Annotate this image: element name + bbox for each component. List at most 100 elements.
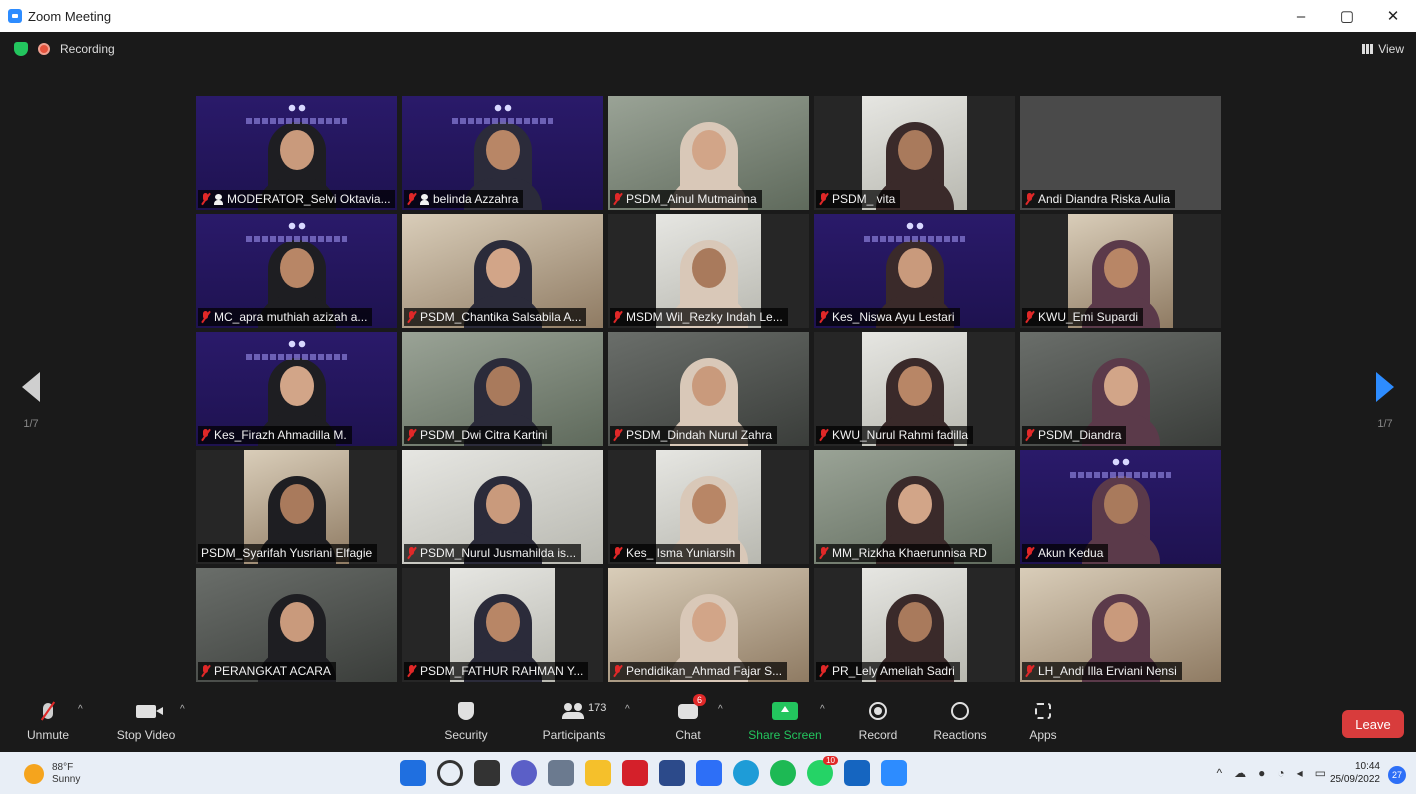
participant-name: PSDM_Ainul Mutmainna bbox=[626, 192, 757, 206]
weather-widget[interactable]: 88°F Sunny bbox=[24, 762, 80, 786]
participant-name-tag: PERANGKAT ACARA bbox=[198, 662, 336, 680]
arrow-left-icon[interactable] bbox=[22, 372, 40, 402]
share-screen-button[interactable]: Share Screen bbox=[743, 698, 827, 742]
participant-tile[interactable]: KWU_Nurul Rahmi fadilla bbox=[814, 332, 1015, 446]
zoom-taskbar-icon[interactable] bbox=[881, 760, 907, 786]
whatsapp-icon[interactable]: 10 bbox=[807, 756, 838, 786]
taskbar-apps: 10 bbox=[400, 756, 907, 786]
video-camera-icon bbox=[136, 704, 163, 718]
gallery-grid: MODERATOR_Selvi Oktavia... belinda Azzahr… bbox=[196, 96, 1222, 684]
muted-mic-icon bbox=[819, 193, 828, 205]
store-icon[interactable] bbox=[659, 760, 685, 786]
participants-options-caret-icon[interactable]: ^ bbox=[625, 704, 630, 715]
mcafee-icon[interactable] bbox=[622, 760, 648, 786]
search-icon[interactable] bbox=[437, 760, 463, 786]
participant-tile[interactable]: Andi Diandra Riska Aulia bbox=[1020, 96, 1221, 210]
record-button[interactable]: Record bbox=[836, 698, 920, 742]
file-explorer-icon[interactable] bbox=[585, 760, 611, 786]
microphone-icon[interactable]: ● bbox=[1258, 766, 1265, 780]
participant-tile[interactable]: MSDM Wil_Rezky Indah Le... bbox=[608, 214, 809, 328]
close-button[interactable]: ✕ bbox=[1370, 0, 1416, 32]
tray-overflow-chevron-icon[interactable]: ^ bbox=[1216, 766, 1222, 780]
apps-button[interactable]: Apps bbox=[1001, 698, 1085, 742]
participant-tile[interactable]: Pendidikan_Ahmad Fajar S... bbox=[608, 568, 809, 682]
participant-tile[interactable]: PSDM_ vita bbox=[814, 96, 1015, 210]
participant-tile[interactable]: PERANGKAT ACARA bbox=[196, 568, 397, 682]
participant-name-tag: KWU_Emi Supardi bbox=[1022, 308, 1144, 326]
participant-tile[interactable]: KWU_Emi Supardi bbox=[1020, 214, 1221, 328]
participant-name: MC_apra muthiah azizah a... bbox=[214, 310, 368, 324]
chat-options-caret-icon[interactable]: ^ bbox=[718, 704, 723, 715]
onedrive-cloud-icon[interactable]: ☁ bbox=[1234, 766, 1246, 780]
muted-mic-icon bbox=[613, 547, 622, 559]
participant-tile[interactable]: PSDM_Chantika Salsabila A... bbox=[402, 214, 603, 328]
participant-name: PSDM_Nurul Jusmahilda is... bbox=[420, 546, 577, 560]
participant-tile[interactable]: MC_apra muthiah azizah a... bbox=[196, 214, 397, 328]
participant-name-tag: PR_Lely Ameliah Sadri bbox=[816, 662, 960, 680]
leave-button[interactable]: Leave bbox=[1342, 710, 1404, 738]
page-indicator-left: 1/7 bbox=[23, 418, 39, 430]
taskbar-clock[interactable]: 10:44 25/09/2022 bbox=[1330, 760, 1380, 786]
participant-name: KWU_Nurul Rahmi fadilla bbox=[832, 428, 969, 442]
muted-mic-icon bbox=[1025, 429, 1034, 441]
maximize-button[interactable]: ▢ bbox=[1324, 0, 1370, 32]
prev-page-nav[interactable]: 1/7 bbox=[22, 372, 40, 430]
participant-tile[interactable]: MM_Rizkha Khaerunnisa RD bbox=[814, 450, 1015, 564]
edge-browser-icon[interactable] bbox=[733, 760, 759, 786]
notification-badge[interactable]: 27 bbox=[1388, 766, 1406, 784]
reactions-button[interactable]: Reactions bbox=[918, 698, 1002, 742]
participant-tile[interactable]: belinda Azzahra bbox=[402, 96, 603, 210]
camera-app-icon[interactable] bbox=[548, 760, 574, 786]
participant-name: PSDM_Chantika Salsabila A... bbox=[420, 310, 582, 324]
volume-icon[interactable]: ◂ bbox=[1297, 766, 1303, 780]
participant-name: Kes_Niswa Ayu Lestari bbox=[832, 310, 955, 324]
participant-tile[interactable]: PSDM_Nurul Jusmahilda is... bbox=[402, 450, 603, 564]
participant-name-tag: MODERATOR_Selvi Oktavia... bbox=[198, 190, 395, 208]
task-view-icon[interactable] bbox=[474, 760, 500, 786]
participant-name-tag: Kes_Firazh Ahmadilla M. bbox=[198, 426, 352, 444]
spotify-icon[interactable] bbox=[770, 760, 796, 786]
share-options-caret-icon[interactable]: ^ bbox=[820, 704, 825, 715]
window-controls: – ▢ ✕ bbox=[1278, 0, 1416, 32]
participant-tile[interactable]: Akun Kedua bbox=[1020, 450, 1221, 564]
chat-bubble-icon bbox=[678, 703, 698, 719]
participant-tile[interactable]: PSDM_Syarifah Yusriani Elfagie bbox=[196, 450, 397, 564]
arrow-right-icon[interactable] bbox=[1376, 372, 1394, 402]
chat-teams-icon[interactable] bbox=[511, 760, 537, 786]
participant-name-tag: PSDM_ vita bbox=[816, 190, 901, 208]
l-app-icon[interactable] bbox=[696, 760, 722, 786]
start-menu-icon[interactable] bbox=[400, 760, 426, 786]
clock-date: 25/09/2022 bbox=[1329, 774, 1380, 785]
record-icon bbox=[869, 702, 887, 720]
media-player-icon[interactable] bbox=[844, 760, 870, 786]
participant-name-tag: Andi Diandra Riska Aulia bbox=[1022, 190, 1176, 208]
participant-tile[interactable]: PSDM_Diandra bbox=[1020, 332, 1221, 446]
participant-tile[interactable]: MODERATOR_Selvi Oktavia... bbox=[196, 96, 397, 210]
encryption-shield-icon[interactable] bbox=[14, 42, 28, 56]
participant-tile[interactable]: PSDM_Dindah Nurul Zahra bbox=[608, 332, 809, 446]
participant-tile[interactable]: LH_Andi Illa Erviani Nensi bbox=[1020, 568, 1221, 682]
participant-tile[interactable]: PSDM_Dwi Citra Kartini bbox=[402, 332, 603, 446]
participant-tile[interactable]: PR_Lely Ameliah Sadri bbox=[814, 568, 1015, 682]
meeting-area: Recording View 1/7 1/7 MODERATOR_Selvi O… bbox=[0, 32, 1416, 752]
muted-mic-icon bbox=[819, 429, 828, 441]
participant-tile[interactable]: Kes_Firazh Ahmadilla M. bbox=[196, 332, 397, 446]
participants-count: 173 bbox=[588, 702, 607, 714]
participants-button[interactable]: 173 Participants bbox=[532, 698, 616, 742]
next-page-nav[interactable]: 1/7 bbox=[1376, 372, 1394, 430]
audio-options-caret-icon[interactable]: ^ bbox=[78, 704, 83, 715]
view-button[interactable]: View bbox=[1362, 42, 1404, 56]
battery-icon[interactable]: ▭ bbox=[1315, 766, 1326, 780]
participant-tile[interactable]: PSDM_FATHUR RAHMAN Y... bbox=[402, 568, 603, 682]
participant-name-tag: PSDM_FATHUR RAHMAN Y... bbox=[404, 662, 589, 680]
participant-tile[interactable]: Kes_Niswa Ayu Lestari bbox=[814, 214, 1015, 328]
participant-tile[interactable]: PSDM_Ainul Mutmainna bbox=[608, 96, 809, 210]
wifi-icon[interactable]: ◔ bbox=[1277, 766, 1284, 780]
minimize-button[interactable]: – bbox=[1278, 0, 1324, 32]
participant-name-tag: belinda Azzahra bbox=[404, 190, 524, 208]
participant-tile[interactable]: Kes_ Isma Yuniarsih bbox=[608, 450, 809, 564]
video-options-caret-icon[interactable]: ^ bbox=[180, 704, 185, 715]
stop-video-button[interactable]: Stop Video bbox=[104, 698, 188, 742]
muted-mic-icon bbox=[613, 311, 622, 323]
security-button[interactable]: Security bbox=[424, 698, 508, 742]
